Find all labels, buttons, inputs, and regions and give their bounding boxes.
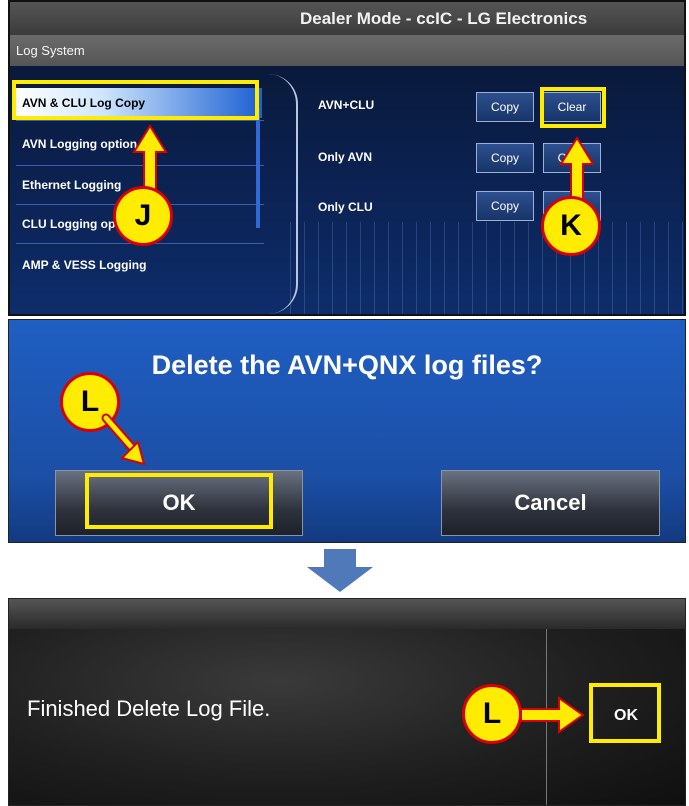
menu-item-label: AVN Logging option bbox=[22, 137, 138, 151]
option-label-avn-clu: AVN+CLU bbox=[318, 98, 375, 112]
dialog-question: Delete the AVN+QNX log files? bbox=[151, 350, 543, 380]
section-title: Log System bbox=[16, 43, 85, 58]
menu-item-label: AMP & VESS Logging bbox=[22, 258, 147, 272]
copy-button-only-avn[interactable]: Copy bbox=[476, 143, 534, 173]
menu-scrollbar[interactable] bbox=[256, 108, 260, 228]
cancel-button[interactable]: Cancel bbox=[441, 470, 660, 536]
background-grid bbox=[290, 222, 684, 314]
arrow-diagonal-icon bbox=[101, 413, 146, 466]
finished-message: Finished Delete Log File. bbox=[27, 696, 271, 721]
menu-item-amp-vess-logging[interactable]: AMP & VESS Logging bbox=[16, 250, 262, 280]
highlight-box-ok-finished bbox=[589, 683, 661, 743]
top-shade bbox=[9, 599, 685, 629]
arrow-up-icon bbox=[132, 124, 168, 193]
window-title: Dealer Mode - ccIC - LG Electronics bbox=[300, 9, 588, 28]
option-label-only-clu: Only CLU bbox=[318, 200, 373, 214]
arrow-down-icon bbox=[307, 549, 373, 592]
callout-j: J bbox=[113, 186, 173, 246]
highlight-box-log-copy bbox=[12, 80, 259, 120]
highlight-box-clear bbox=[540, 87, 606, 128]
section-header: Log System bbox=[10, 35, 684, 66]
callout-l-second: L bbox=[462, 684, 522, 744]
menu-divider bbox=[16, 120, 264, 121]
copy-button-only-clu[interactable]: Copy bbox=[476, 191, 534, 221]
copy-button-avn-clu[interactable]: Copy bbox=[476, 92, 534, 122]
arrow-right-icon bbox=[520, 696, 585, 734]
callout-k: K bbox=[541, 196, 601, 256]
highlight-box-ok bbox=[85, 473, 273, 529]
title-bar: Dealer Mode - ccIC - LG Electronics bbox=[10, 2, 684, 35]
arrow-up-icon bbox=[559, 136, 595, 203]
menu-item-label: Ethernet Logging bbox=[22, 178, 122, 192]
option-label-only-avn: Only AVN bbox=[318, 150, 373, 164]
